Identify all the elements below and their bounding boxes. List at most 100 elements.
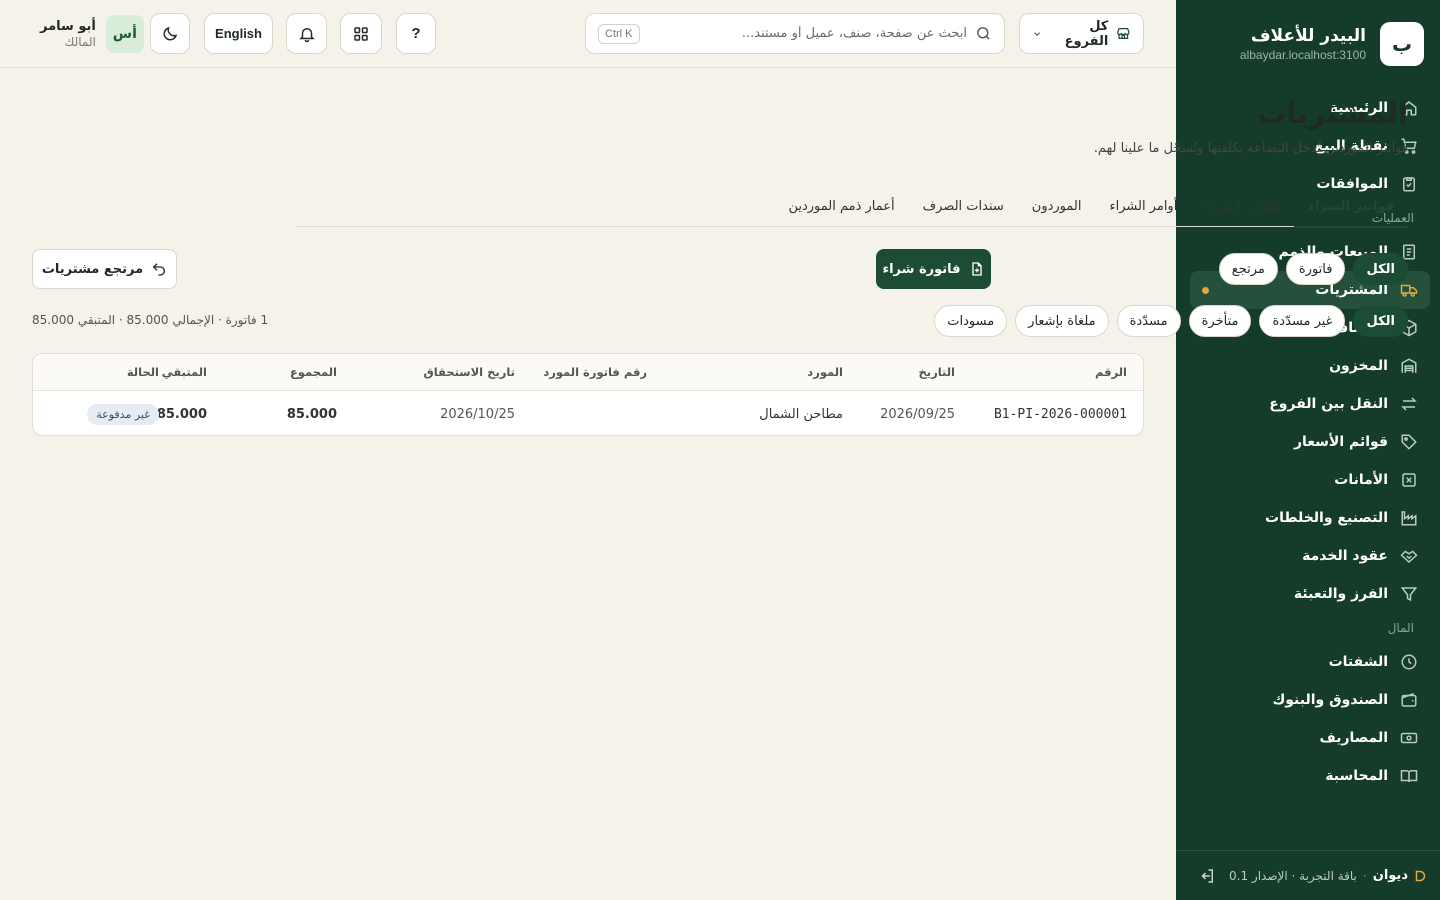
- filter-status-unpaid[interactable]: غير مسدّدة: [1259, 305, 1346, 337]
- help-button[interactable]: ?: [396, 13, 436, 54]
- cell-number[interactable]: B1-PI-2026-000001: [994, 391, 1127, 435]
- col-date[interactable]: التاريخ: [919, 354, 956, 390]
- user-menu[interactable]: أبو سامر المالك أس: [40, 15, 144, 53]
- brand-name: البيدر للأعلاف: [1250, 26, 1366, 46]
- handshake-icon: [1400, 550, 1418, 564]
- filter-status-all[interactable]: الكل: [1353, 305, 1408, 337]
- footer-separator: ·: [1362, 868, 1367, 883]
- filter-type-invoice[interactable]: فاتورة: [1285, 253, 1346, 285]
- purchase-return-button[interactable]: مرتجع مشتريات: [32, 249, 177, 289]
- filter-status-overdue[interactable]: متأخرة: [1188, 305, 1252, 337]
- branch-label: كل الفروع: [1064, 18, 1109, 49]
- purchase-invoices-table: الرقم التاريخ المورد رقم فاتورة المورد ت…: [32, 353, 1144, 436]
- tag-icon: [1401, 434, 1417, 450]
- filter-icon: [1400, 587, 1418, 602]
- notifications-button[interactable]: [286, 13, 327, 54]
- sidebar-item-transfers[interactable]: النقل بين الفروع: [1190, 385, 1430, 423]
- status-badge: غير مدفوعة: [87, 403, 159, 425]
- tab-vendors[interactable]: الموردون: [1018, 186, 1096, 227]
- user-role: المالك: [64, 35, 96, 49]
- sidebar-item-manufacturing[interactable]: التصنيع والخلطات: [1190, 499, 1430, 537]
- file-plus-icon: [971, 262, 982, 276]
- footer-plan: باقة التجربة · الإصدار 0.1: [1229, 868, 1357, 883]
- table-header: الرقم التاريخ المورد رقم فاتورة المورد ت…: [33, 354, 1143, 391]
- search-input[interactable]: [647, 26, 967, 41]
- tab-payment-vouchers[interactable]: سندات الصرف: [909, 186, 1018, 227]
- sidebar-item-accounting[interactable]: المحاسبة: [1190, 757, 1430, 795]
- moon-icon: [163, 26, 178, 40]
- cell-status: غير مدفوعة: [87, 391, 159, 435]
- col-status[interactable]: الحالة: [127, 354, 159, 390]
- new-purchase-invoice-button[interactable]: فاتورة شراء: [876, 249, 991, 289]
- sidebar: ب البيدر للأعلاف albaydar.localhost:3100…: [1176, 0, 1440, 900]
- sidebar-item-deposits[interactable]: الأمانات: [1190, 461, 1430, 499]
- col-total[interactable]: المجموع: [290, 354, 337, 390]
- sidebar-item-label: عقود الخدمة: [1302, 548, 1388, 564]
- sidebar-item-label: المحاسبة: [1325, 768, 1388, 784]
- sidebar-item-expenses[interactable]: المصاريف: [1190, 719, 1430, 757]
- sidebar-item-label: المخزون: [1329, 358, 1388, 374]
- warehouse-icon: [1401, 358, 1417, 373]
- grid-icon: [354, 26, 368, 41]
- branch-select[interactable]: كل الفروع: [1019, 13, 1144, 54]
- sidebar-item-cash-banks[interactable]: الصندوق والبنوك: [1190, 681, 1430, 719]
- wallet-icon: [1401, 692, 1417, 707]
- filter-type-all[interactable]: الكل: [1353, 253, 1408, 285]
- user-name: أبو سامر: [40, 19, 96, 34]
- cell-date: 2026/09/25: [880, 406, 955, 422]
- banknote-icon: [1400, 732, 1418, 744]
- page-subtitle: فواتير الموردين تُدخل البضاعة بكلفتها وت…: [1093, 141, 1408, 156]
- results-summary: 1 فاتورة · الإجمالي 85.000 · المتبقي 85.…: [32, 313, 269, 327]
- language-button[interactable]: English: [204, 13, 273, 54]
- col-vendor[interactable]: المورد: [807, 354, 843, 390]
- global-search: Ctrl K: [585, 13, 1005, 54]
- new-purchase-invoice-label: فاتورة شراء: [882, 261, 961, 277]
- search-shortcut: Ctrl K: [598, 23, 640, 44]
- store-icon: [1117, 28, 1130, 39]
- sidebar-item-label: الشفتات: [1328, 654, 1388, 670]
- filter-status-paid[interactable]: مسدّدة: [1116, 305, 1181, 337]
- tab-vendor-aging[interactable]: أعمار ذمم الموردين: [774, 186, 908, 227]
- filter-status-voided[interactable]: ملغاة بإشعار: [1015, 305, 1109, 337]
- col-due-date[interactable]: تاريخ الاستحقاق: [423, 354, 515, 390]
- apps-button[interactable]: [340, 13, 382, 54]
- brand-host: albaydar.localhost:3100: [1239, 48, 1366, 62]
- sidebar-footer: ديوان · باقة التجربة · الإصدار 0.1: [1176, 850, 1440, 900]
- book-icon: [1400, 770, 1418, 783]
- sidebar-item-contracts[interactable]: عقود الخدمة: [1190, 537, 1430, 575]
- page-title: المشتريات: [1257, 96, 1408, 130]
- sidebar-item-pricelists[interactable]: قوائم الأسعار: [1190, 423, 1430, 461]
- brand-logo: ب: [1380, 22, 1424, 66]
- topbar: كل الفروع Ctrl K ? English أبو سامر الما…: [0, 0, 1176, 68]
- type-filter-chips: الكل فاتورة مرتجع: [1218, 253, 1408, 285]
- search-icon: [977, 27, 990, 40]
- sidebar-item-label: الأمانات: [1334, 472, 1388, 488]
- clock-icon: [1401, 654, 1417, 670]
- nav-section-finance: المال: [1387, 621, 1414, 635]
- sidebar-item-inventory[interactable]: المخزون: [1190, 347, 1430, 385]
- logout-icon[interactable]: [1198, 867, 1216, 885]
- brand[interactable]: ب البيدر للأعلاف albaydar.localhost:3100: [1240, 22, 1424, 66]
- factory-icon: [1401, 511, 1417, 526]
- diwan-logo-icon: [1415, 870, 1426, 881]
- col-number[interactable]: الرقم: [1095, 354, 1127, 390]
- col-remaining[interactable]: المتبقي: [162, 354, 207, 390]
- sidebar-item-label: المصاريف: [1319, 730, 1388, 746]
- sidebar-item-label: قوائم الأسعار: [1293, 434, 1388, 450]
- sidebar-item-sorting[interactable]: الفرز والتعبئة: [1190, 575, 1430, 613]
- sidebar-item-shifts[interactable]: الشفتات: [1190, 643, 1430, 681]
- filter-status-drafts[interactable]: مسودات: [934, 305, 1008, 337]
- tab-purchase-requests[interactable]: طلبات الشراء: [1191, 186, 1294, 227]
- col-vendor-ref[interactable]: رقم فاتورة المورد: [543, 354, 647, 390]
- cell-vendor: مطاحن الشمال: [759, 406, 843, 422]
- undo-icon: [152, 263, 166, 276]
- sidebar-item-label: النقل بين الفروع: [1269, 396, 1388, 412]
- purchases-tabs: فواتير الشراء طلبات الشراء أوامر الشراء …: [296, 186, 1408, 228]
- tab-purchase-invoices[interactable]: فواتير الشراء: [1294, 186, 1408, 228]
- theme-toggle-button[interactable]: [150, 13, 190, 54]
- table-row[interactable]: B1-PI-2026-000001 2026/09/25 مطاحن الشما…: [33, 391, 1143, 435]
- filter-type-return[interactable]: مرتجع: [1218, 253, 1278, 285]
- sidebar-item-label: الفرز والتعبئة: [1293, 586, 1388, 602]
- transfer-icon: [1401, 397, 1417, 411]
- tab-purchase-orders[interactable]: أوامر الشراء: [1095, 186, 1191, 227]
